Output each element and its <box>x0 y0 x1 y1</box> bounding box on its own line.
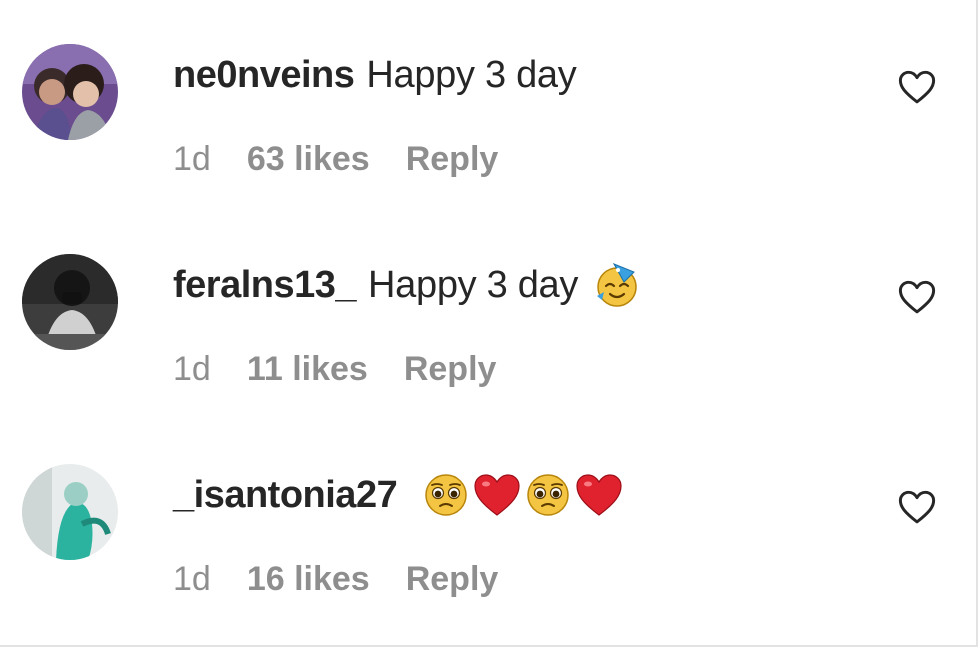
avatar[interactable] <box>22 254 118 350</box>
comment-likes[interactable]: 63 likes <box>247 140 370 179</box>
comment-time[interactable]: 1d <box>173 140 211 179</box>
heart-outline-icon[interactable] <box>896 486 938 528</box>
comment-username[interactable]: ne0nveins <box>173 50 355 100</box>
comment-time[interactable]: 1d <box>173 560 211 599</box>
comment-username[interactable]: feralns13_ <box>173 260 357 310</box>
comment-item: feralns13_ Happy 3 day 1d 11 likes Reply <box>0 210 976 420</box>
comment-meta: 1d 16 likes Reply <box>173 560 498 599</box>
comment-line: _isantonia27 <box>173 470 623 520</box>
avatar[interactable] <box>22 464 118 560</box>
comment-text: Happy 3 day <box>366 54 577 96</box>
red-heart-emoji <box>575 473 623 517</box>
comment-likes[interactable]: 11 likes <box>247 350 368 389</box>
reply-button[interactable]: Reply <box>404 350 497 389</box>
reply-button[interactable]: Reply <box>406 140 499 179</box>
comment-username[interactable]: _isantonia27 <box>173 470 398 520</box>
comments-panel: ne0nveins Happy 3 day 1d 63 likes Reply <box>0 0 978 647</box>
partying-face-emoji <box>594 262 640 308</box>
comment-line: ne0nveins Happy 3 day <box>173 50 577 100</box>
comment-line: feralns13_ Happy 3 day <box>173 260 640 310</box>
pleading-face-emoji <box>525 472 571 518</box>
reply-button[interactable]: Reply <box>406 560 499 599</box>
comment-meta: 1d 11 likes Reply <box>173 350 496 389</box>
emoji-group <box>423 472 623 518</box>
pleading-face-emoji <box>423 472 469 518</box>
red-heart-emoji <box>473 473 521 517</box>
comment-meta: 1d 63 likes Reply <box>173 140 498 179</box>
avatar[interactable] <box>22 44 118 140</box>
heart-outline-icon[interactable] <box>896 66 938 108</box>
comment-item: _isantonia27 1d 16 likes Reply <box>0 420 976 630</box>
comment-likes[interactable]: 16 likes <box>247 560 370 599</box>
comment-item: ne0nveins Happy 3 day 1d 63 likes Reply <box>0 0 976 210</box>
heart-outline-icon[interactable] <box>896 276 938 318</box>
comment-time[interactable]: 1d <box>173 350 211 389</box>
comment-text: Happy 3 day <box>368 264 579 306</box>
